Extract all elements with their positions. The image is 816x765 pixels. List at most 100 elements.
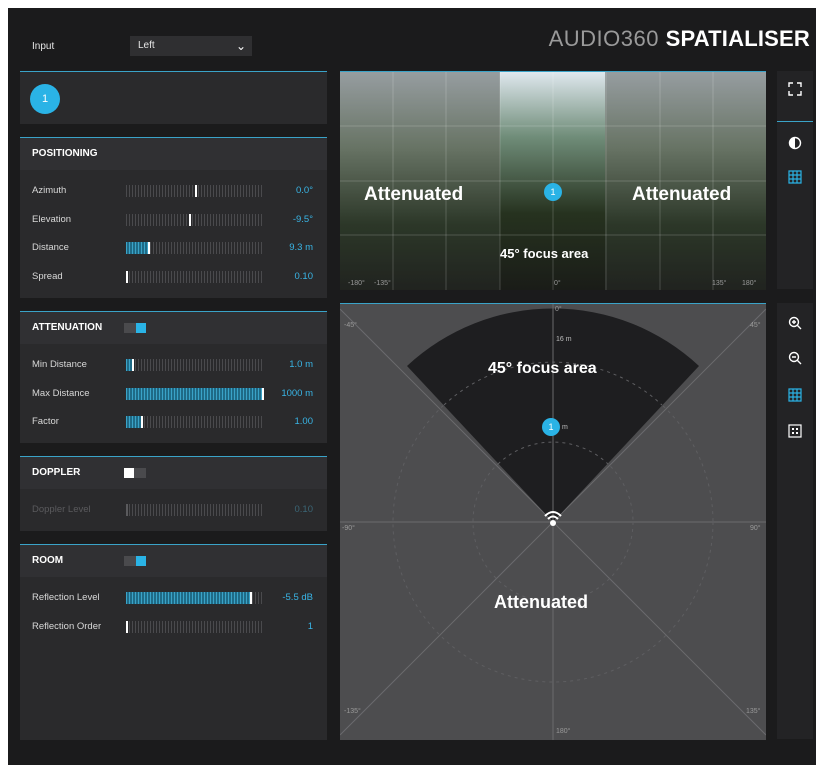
- slider-label: Factor: [32, 416, 59, 428]
- slider-track[interactable]: [126, 270, 264, 283]
- badge-unit: m: [562, 424, 568, 431]
- slider-value: 1000 m: [281, 387, 313, 399]
- angle-label: -45°: [344, 322, 357, 329]
- zoom-out-icon: [788, 351, 802, 365]
- top-left-attenuated: Attenuated: [364, 184, 464, 205]
- polar-source-badge[interactable]: 1: [542, 418, 560, 436]
- positioning-header: POSITIONING: [20, 138, 327, 170]
- slider-thumb[interactable]: [126, 270, 128, 283]
- toggle-knob: [136, 556, 146, 566]
- positioning-panel: POSITIONING Azimuth 0.0° Elevation -9.5° Dis…: [20, 137, 327, 298]
- top-bar: Input Left ⌄ AUDIO360 SPATIALISER: [8, 8, 816, 68]
- doppler-toggle[interactable]: [124, 468, 146, 478]
- spatialiser-app: Input Left ⌄ AUDIO360 SPATIALISER 1 POSI…: [8, 8, 816, 765]
- polar-view[interactable]: 45° focus area Attenuated 16 m 1 m 0° -4…: [340, 303, 766, 740]
- contrast-icon: [788, 136, 802, 150]
- toggle-knob: [124, 468, 134, 478]
- angle-label: 135°: [746, 708, 761, 715]
- slider-track[interactable]: [126, 359, 264, 371]
- polar-grid-button[interactable]: [777, 381, 813, 409]
- slider-row: Doppler Level 0.10: [20, 500, 327, 520]
- tick-label: 135°: [712, 280, 727, 287]
- slider-fill: [126, 387, 264, 400]
- slider-value: 1.0 m: [289, 359, 313, 370]
- slider-value: 9.3 m: [289, 242, 313, 254]
- zoom-in-button[interactable]: [777, 309, 813, 337]
- brand-light: AUDIO360: [548, 26, 659, 51]
- slider-thumb[interactable]: [126, 504, 128, 516]
- angle-label: 180°: [556, 728, 571, 735]
- slider-row: Spread 0.10: [20, 267, 327, 287]
- attenuation-toggle[interactable]: [124, 323, 146, 333]
- slider-value: 0.0°: [295, 185, 313, 196]
- slider-thumb[interactable]: [250, 592, 252, 604]
- attenuation-header: ATTENUATION: [20, 312, 327, 344]
- grid-icon: [788, 170, 802, 184]
- slider-label: Min Distance: [32, 359, 87, 370]
- top-view-toolbar: [777, 71, 813, 289]
- slider-value: -5.5 dB: [282, 592, 313, 603]
- doppler-header: DOPPLER: [20, 457, 327, 489]
- source-badge[interactable]: 1: [30, 84, 60, 114]
- slider-thumb[interactable]: [141, 416, 143, 429]
- zoom-in-icon: [788, 316, 802, 330]
- brand-logo: AUDIO360 SPATIALISER: [549, 26, 810, 52]
- polar-attenuated-label: Attenuated: [494, 592, 588, 612]
- slider-thumb[interactable]: [126, 620, 128, 633]
- dots-grid-button[interactable]: [777, 417, 813, 445]
- top-focus-label: 45° focus area: [500, 246, 589, 261]
- contrast-button[interactable]: [777, 129, 813, 157]
- toggle-knob: [136, 323, 146, 333]
- dots-grid-icon: [788, 424, 802, 438]
- slider-label: Azimuth: [32, 185, 67, 196]
- positioning-title: POSITIONING: [32, 148, 98, 159]
- slider-thumb[interactable]: [195, 185, 197, 197]
- room-toggle[interactable]: [124, 556, 146, 566]
- slider-value: 1.00: [294, 416, 314, 428]
- slider-track[interactable]: [126, 185, 264, 197]
- grid-button[interactable]: [777, 163, 813, 191]
- top-source-badge[interactable]: 1: [544, 183, 562, 201]
- room-panel: ROOM Reflection Level -5.5 dB Reflection O…: [20, 544, 327, 740]
- brand-bold: SPATIALISER: [665, 26, 810, 51]
- grid-icon: [788, 388, 802, 402]
- angle-label: 0°: [555, 306, 562, 313]
- slider-thumb[interactable]: [148, 242, 150, 255]
- panorama-view[interactable]: Attenuated Attenuated 45° focus area 1 -…: [340, 71, 766, 290]
- attenuation-panel: ATTENUATION Min Distance 1.0 m Max Distanc…: [20, 311, 327, 443]
- fullscreen-button[interactable]: [777, 75, 813, 103]
- slider-label: Reflection Level: [32, 592, 100, 603]
- slider-row: Min Distance 1.0 m: [20, 355, 327, 375]
- source-panel: 1: [20, 71, 327, 124]
- slider-track[interactable]: [126, 416, 264, 429]
- angle-label: -135°: [344, 708, 361, 715]
- slider-label: Max Distance: [32, 387, 90, 399]
- slider-thumb[interactable]: [262, 387, 264, 400]
- slider-track[interactable]: [126, 213, 264, 226]
- slider-row: Distance 9.3 m: [20, 238, 327, 258]
- slider-value: 1: [307, 620, 313, 632]
- slider-track[interactable]: [126, 242, 264, 255]
- slider-track[interactable]: [126, 620, 264, 633]
- slider-label: Distance: [32, 242, 69, 254]
- slider-thumb[interactable]: [189, 213, 191, 226]
- slider-row: Azimuth 0.0°: [20, 181, 327, 201]
- doppler-title: DOPPLER: [32, 467, 81, 478]
- input-select[interactable]: Left ⌄: [130, 36, 252, 56]
- doppler-panel: DOPPLER Doppler Level 0.10: [20, 456, 327, 531]
- toolbar-divider: [777, 121, 813, 122]
- input-label: Input: [32, 41, 55, 52]
- tick-label: 0°: [554, 280, 561, 287]
- slider-track[interactable]: [126, 504, 264, 516]
- attenuation-title: ATTENUATION: [32, 322, 103, 333]
- slider-track[interactable]: [126, 387, 264, 400]
- top-right-attenuated: Attenuated: [632, 184, 732, 205]
- slider-track[interactable]: [126, 592, 264, 604]
- chevron-down-icon: ⌄: [235, 39, 246, 53]
- fullscreen-icon: [788, 82, 802, 96]
- zoom-out-button[interactable]: [777, 344, 813, 372]
- slider-fill: [126, 416, 141, 429]
- tick-label: -180°: [348, 280, 365, 287]
- tick-label: 180°: [742, 280, 757, 287]
- slider-thumb[interactable]: [132, 359, 134, 371]
